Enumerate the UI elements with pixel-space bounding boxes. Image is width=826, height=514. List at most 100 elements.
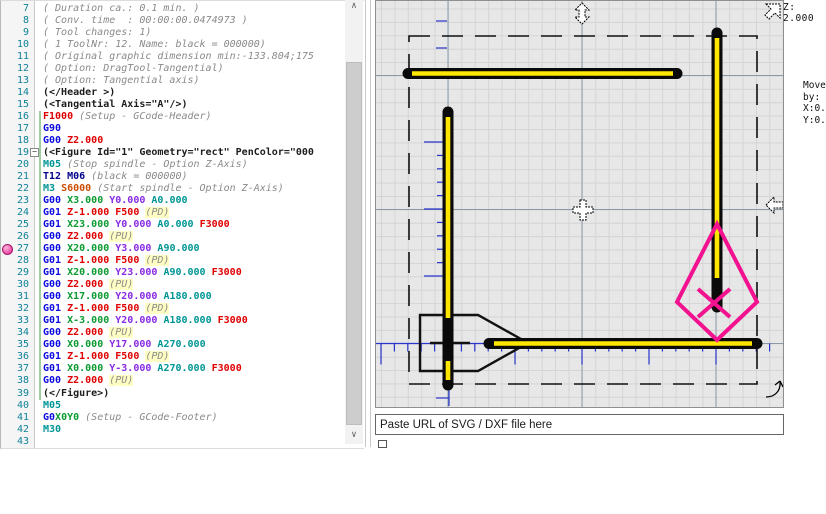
line-number[interactable]: 36 [1, 351, 29, 363]
line-number[interactable]: 7 [1, 3, 29, 15]
flip-horizontal-icon[interactable] [766, 197, 783, 213]
flip-vertical-icon[interactable] [575, 3, 589, 24]
line-number[interactable]: 39 [1, 388, 29, 400]
line-number[interactable]: 28 [1, 255, 29, 267]
splitter-handle[interactable] [365, 0, 366, 447]
code-line[interactable]: G0X0Y0 (Setup - GCode-Footer) [43, 412, 348, 424]
scroll-up-icon[interactable]: ∧ [345, 0, 363, 15]
code-line[interactable]: ( Option: Tangential axis) [43, 75, 348, 87]
line-number[interactable]: 34 [1, 327, 29, 339]
editor-scrollbar[interactable]: ∧ ∨ [345, 0, 363, 444]
line-number[interactable]: 29 [1, 267, 29, 279]
resize-corner-icon[interactable] [765, 4, 780, 19]
line-number[interactable]: 38 [1, 375, 29, 387]
code-line[interactable]: ( 1 ToolNr: 12. Name: black = 000000) [43, 39, 348, 51]
code-line[interactable]: G01 X20.000 Y23.000 A90.000 F3000 [43, 267, 348, 279]
code-rows[interactable]: ( Duration ca.: 0.1 min. )( Conv. time :… [43, 3, 348, 448]
code-line[interactable]: ( Option: DragTool-Tangential) [43, 63, 348, 75]
code-line[interactable]: (</Figure>) [43, 388, 348, 400]
line-number[interactable]: 9 [1, 27, 29, 39]
code-line[interactable]: M05 [43, 400, 348, 412]
line-number[interactable]: 32 [1, 303, 29, 315]
code-line[interactable]: G90 [43, 123, 348, 135]
code-line[interactable]: G01 X-3.000 Y20.000 A180.000 F3000 [43, 315, 348, 327]
line-number[interactable]: 19 [1, 147, 29, 159]
line-number[interactable]: 18 [1, 135, 29, 147]
gcode-editor[interactable]: 7891011121314151617181920212223242526272… [0, 0, 364, 449]
fold-collapse-icon[interactable]: − [30, 148, 39, 157]
graphics-preview-canvas[interactable]: Z: 2.000 Move by: X:0.0 Y:0.0 [375, 0, 784, 408]
rotate-handle-icon[interactable] [766, 381, 783, 397]
line-number[interactable]: 16 [1, 111, 29, 123]
code-line[interactable]: G00 Z2.000 (PU) [43, 375, 348, 387]
code-line[interactable]: M3 S6000 (Start spindle - Option Z-Axis) [43, 183, 348, 195]
code-line[interactable]: ( Conv. time : 00:00:00.0474973 ) [43, 15, 348, 27]
line-number[interactable]: 13 [1, 75, 29, 87]
code-line[interactable]: G00 X3.000 Y0.000 A0.000 [43, 195, 348, 207]
code-line[interactable]: ( Original graphic dimension min:-133.80… [43, 51, 348, 63]
code-line[interactable]: (</Header >) [43, 87, 348, 99]
code-token: Z2.000 [67, 135, 103, 146]
line-number[interactable]: 11 [1, 51, 29, 63]
line-number[interactable]: 10 [1, 39, 29, 51]
code-token: Y20.000 [115, 315, 163, 326]
line-number[interactable]: 25 [1, 219, 29, 231]
splitter-handle[interactable] [370, 0, 371, 447]
line-number[interactable]: 15 [1, 99, 29, 111]
code-line[interactable]: T12 M06 (black = 000000) [43, 171, 348, 183]
line-number[interactable]: 31 [1, 291, 29, 303]
line-number[interactable]: 12 [1, 63, 29, 75]
line-number[interactable]: 17 [1, 123, 29, 135]
code-line[interactable]: M30 [43, 424, 348, 436]
code-line[interactable]: (<Figure Id="1" Geometry="rect" PenColor… [43, 147, 348, 159]
code-line[interactable]: G00 Z2.000 [43, 135, 348, 147]
svg-dxf-url-input[interactable] [375, 414, 784, 435]
line-number[interactable]: 40 [1, 400, 29, 412]
code-line[interactable]: G00 Z2.000 (PU) [43, 231, 348, 243]
line-number[interactable]: 43 [1, 436, 29, 448]
line-number[interactable]: 35 [1, 339, 29, 351]
code-line[interactable]: M05 (Stop spindle - Option Z-Axis) [43, 159, 348, 171]
scrollbar-thumb[interactable] [346, 62, 362, 425]
code-line[interactable]: G00 X20.000 Y3.000 A90.000 [43, 243, 348, 255]
code-token: Y23.000 [115, 267, 163, 278]
code-line[interactable]: G01 Z-1.000 F500 (PD) [43, 255, 348, 267]
line-number[interactable]: 8 [1, 15, 29, 27]
line-number[interactable]: 41 [1, 412, 29, 424]
code-line[interactable]: G01 X0.000 Y-3.000 A270.000 F3000 [43, 363, 348, 375]
line-number[interactable]: 30 [1, 279, 29, 291]
line-number[interactable]: 33 [1, 315, 29, 327]
line-number[interactable]: 20 [1, 159, 29, 171]
code-line[interactable]: G00 X0.000 Y17.000 A270.000 [43, 339, 348, 351]
code-line[interactable]: G00 Z2.000 (PU) [43, 327, 348, 339]
code-token: M3 [43, 183, 61, 194]
line-number[interactable]: 14 [1, 87, 29, 99]
code-line[interactable] [43, 436, 348, 448]
code-line[interactable]: G00 X17.000 Y20.000 A180.000 [43, 291, 348, 303]
gutter-numbers[interactable]: 7891011121314151617181920212223242526272… [1, 3, 29, 448]
breakpoint-marker-icon[interactable] [2, 244, 13, 255]
code-line[interactable]: ( Tool changes: 1) [43, 27, 348, 39]
scroll-down-icon[interactable]: ∨ [345, 429, 363, 444]
code-line[interactable]: F1000 (Setup - GCode-Header) [43, 111, 348, 123]
line-number[interactable]: 22 [1, 183, 29, 195]
line-number[interactable]: 37 [1, 363, 29, 375]
code-token: (Setup - GCode-Header) [79, 111, 211, 122]
code-line[interactable]: (<Tangential Axis="A"/>) [43, 99, 348, 111]
line-number[interactable]: 42 [1, 424, 29, 436]
line-number[interactable]: 21 [1, 171, 29, 183]
code-line[interactable]: G00 Z2.000 (PU) [43, 279, 348, 291]
line-number[interactable]: 23 [1, 195, 29, 207]
code-line[interactable]: G01 X23.000 Y0.000 A0.000 F3000 [43, 219, 348, 231]
code-line[interactable]: G01 Z-1.000 F500 (PD) [43, 351, 348, 363]
code-line[interactable]: G01 Z-1.000 F500 (PD) [43, 303, 348, 315]
code-line[interactable]: G01 Z-1.000 F500 (PD) [43, 207, 348, 219]
code-token: (<Tangential Axis="A"/>) [43, 99, 188, 110]
move-cross-icon[interactable] [573, 200, 593, 220]
checkbox[interactable] [378, 440, 387, 448]
line-number[interactable]: 24 [1, 207, 29, 219]
code-token: G00 [43, 243, 67, 254]
code-line[interactable]: ( Duration ca.: 0.1 min. ) [43, 3, 348, 15]
code-token: M05 [43, 400, 61, 411]
line-number[interactable]: 26 [1, 231, 29, 243]
